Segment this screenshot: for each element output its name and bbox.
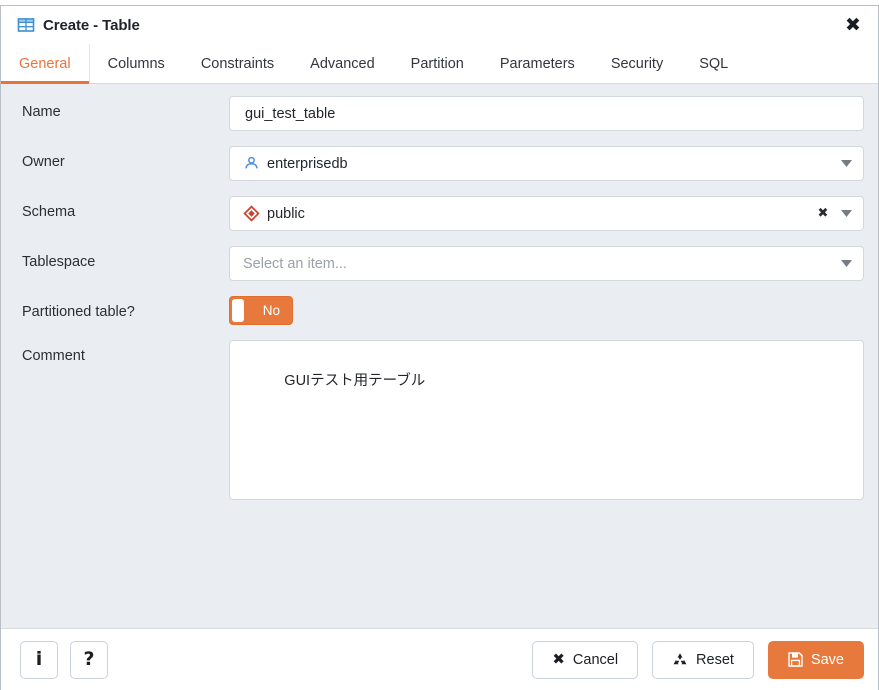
toggle-knob — [232, 299, 244, 322]
close-icon[interactable]: ✖ — [840, 12, 866, 38]
tab-security[interactable]: Security — [593, 44, 681, 83]
partitioned-control: No — [229, 296, 864, 325]
info-icon[interactable]: i — [20, 640, 58, 679]
footer-left-buttons: i ? — [20, 640, 108, 679]
dialog-titlebar: Create - Table ✖ — [1, 6, 878, 44]
comment-textarea[interactable]: GUIテスト用テーブル — [229, 340, 864, 500]
tab-partition[interactable]: Partition — [393, 44, 482, 83]
form-row-name: Name gui_test_table — [1, 96, 864, 131]
tablespace-control: Select an item... — [229, 246, 864, 281]
tab-advanced[interactable]: Advanced — [292, 44, 393, 83]
create-table-dialog: Create - Table ✖ General Columns Constra… — [0, 5, 879, 690]
tab-bar: General Columns Constraints Advanced Par… — [1, 44, 878, 84]
table-icon — [17, 16, 35, 34]
user-icon — [243, 155, 260, 172]
save-button-label: Save — [810, 651, 844, 668]
schema-label: Schema — [22, 204, 76, 220]
save-floppy-icon — [788, 652, 803, 667]
background-strip-text: ·········· ··········· ···· ············… — [0, 0, 879, 3]
reset-button[interactable]: Reset — [652, 640, 754, 679]
name-label: Name — [22, 104, 61, 120]
comment-text: GUIテスト用テーブル — [284, 373, 426, 389]
resize-grip-icon[interactable] — [849, 485, 860, 496]
tablespace-select[interactable]: Select an item... — [229, 246, 864, 281]
owner-value-text: enterprisedb — [267, 155, 348, 172]
tab-constraints[interactable]: Constraints — [183, 44, 292, 83]
form-row-partitioned: Partitioned table? No — [1, 296, 864, 325]
partitioned-label: Partitioned table? — [22, 304, 135, 320]
tablespace-placeholder: Select an item... — [243, 255, 347, 272]
name-input[interactable]: gui_test_table — [229, 96, 864, 131]
form-row-schema: Schema public ✖ — [1, 196, 864, 231]
tab-parameters[interactable]: Parameters — [482, 44, 593, 83]
recycle-icon — [672, 652, 688, 668]
form-row-tablespace: Tablespace Select an item... — [1, 246, 864, 281]
general-tab-panel: Name gui_test_table Owner enterprisedb S… — [1, 84, 878, 628]
comment-label: Comment — [22, 348, 85, 364]
chevron-down-icon[interactable] — [835, 210, 857, 217]
schema-diamond-icon — [243, 205, 260, 222]
schema-select[interactable]: public ✖ — [229, 196, 864, 231]
help-icon[interactable]: ? — [70, 640, 108, 679]
form-row-owner: Owner enterprisedb — [1, 146, 864, 181]
owner-select[interactable]: enterprisedb — [229, 146, 864, 181]
schema-selected-value: public — [243, 205, 813, 222]
tablespace-selected-value: Select an item... — [243, 256, 835, 272]
toggle-state-label: No — [262, 302, 280, 318]
schema-control: public ✖ — [229, 196, 864, 231]
dialog-footer: i ? ✖ Cancel Reset Save — [1, 628, 878, 690]
partitioned-toggle[interactable]: No — [229, 296, 293, 325]
owner-control: enterprisedb — [229, 146, 864, 181]
name-control: gui_test_table — [229, 96, 864, 131]
chevron-down-icon[interactable] — [835, 160, 857, 167]
owner-label: Owner — [22, 154, 65, 170]
close-x-icon: ✖ — [552, 650, 565, 668]
clear-icon[interactable]: ✖ — [813, 206, 833, 221]
save-button[interactable]: Save — [767, 640, 864, 679]
chevron-down-icon[interactable] — [835, 260, 857, 267]
reset-button-label: Reset — [696, 651, 734, 668]
owner-selected-value: enterprisedb — [243, 155, 835, 172]
tab-general[interactable]: General — [1, 44, 90, 84]
cancel-button-label: Cancel — [572, 651, 619, 668]
tab-columns[interactable]: Columns — [90, 44, 183, 83]
footer-right-buttons: ✖ Cancel Reset Save — [532, 640, 864, 679]
tablespace-label: Tablespace — [22, 254, 96, 270]
comment-control: GUIテスト用テーブル — [229, 340, 864, 500]
form-row-comment: Comment GUIテスト用テーブル — [1, 340, 864, 500]
schema-value-text: public — [267, 205, 305, 222]
background-strip-accent: ············· — [817, 0, 865, 3]
tab-sql[interactable]: SQL — [681, 44, 746, 83]
cancel-button[interactable]: ✖ Cancel — [532, 640, 639, 679]
dialog-title: Create - Table — [43, 16, 140, 34]
